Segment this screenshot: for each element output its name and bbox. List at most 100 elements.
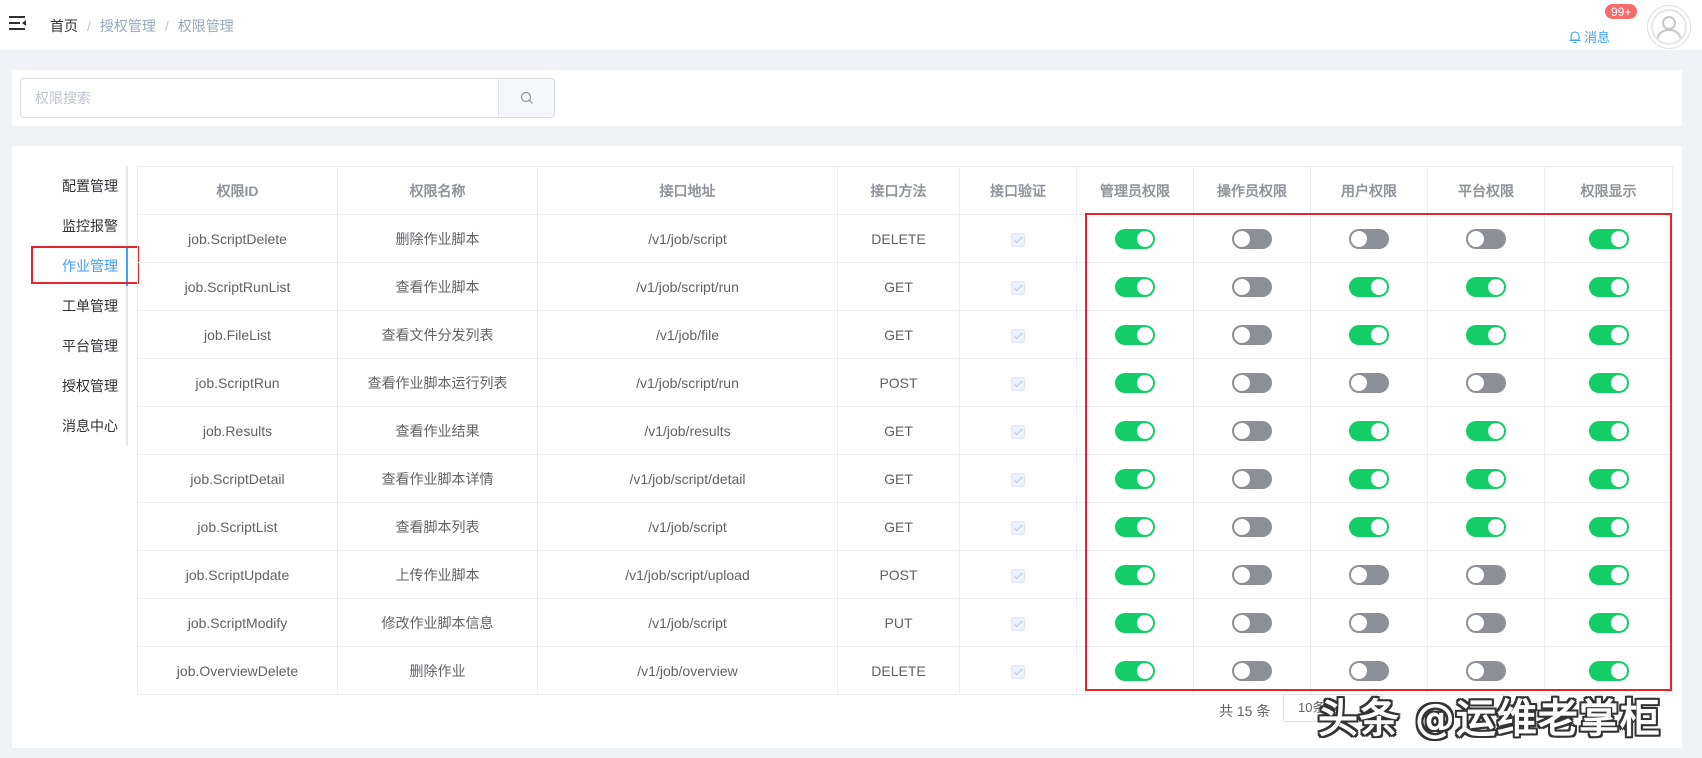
switch-cell bbox=[1076, 262, 1194, 311]
operator-permission-switch[interactable] bbox=[1232, 228, 1272, 249]
display-permission-switch[interactable] bbox=[1588, 228, 1629, 249]
switch-knob bbox=[1234, 374, 1250, 391]
user-permission-switch[interactable] bbox=[1349, 372, 1389, 393]
breadcrumb-separator: / bbox=[87, 18, 91, 34]
user-permission-switch[interactable] bbox=[1349, 228, 1389, 249]
display-permission-switch[interactable] bbox=[1588, 468, 1629, 489]
switch-knob bbox=[1351, 566, 1367, 583]
admin-permission-switch[interactable] bbox=[1115, 516, 1155, 537]
api-method-cell: POST bbox=[837, 550, 960, 599]
messages-link[interactable]: 消息 bbox=[1568, 27, 1610, 46]
display-permission-switch[interactable] bbox=[1588, 660, 1629, 681]
switch-cell bbox=[1310, 598, 1428, 647]
switch-cell bbox=[1544, 358, 1673, 407]
display-permission-switch[interactable] bbox=[1588, 420, 1629, 441]
operator-permission-switch[interactable] bbox=[1232, 372, 1272, 393]
display-permission-switch[interactable] bbox=[1588, 516, 1629, 537]
switch-knob bbox=[1137, 518, 1153, 535]
admin-permission-switch[interactable] bbox=[1115, 420, 1155, 441]
tab-ticket[interactable]: 工单管理 bbox=[32, 286, 128, 326]
api-method-cell: DELETE bbox=[837, 214, 960, 263]
verification-cell bbox=[959, 310, 1077, 359]
tab-platform[interactable]: 平台管理 bbox=[32, 326, 128, 366]
switch-cell bbox=[1193, 502, 1311, 551]
switch-knob bbox=[1610, 470, 1627, 487]
tab-monitor[interactable]: 监控报警 bbox=[32, 206, 128, 246]
search-button[interactable] bbox=[498, 78, 555, 118]
platform-permission-switch[interactable] bbox=[1466, 564, 1506, 585]
platform-permission-switch[interactable] bbox=[1466, 516, 1506, 537]
operator-permission-switch[interactable] bbox=[1232, 420, 1272, 441]
display-permission-switch[interactable] bbox=[1588, 276, 1629, 297]
user-permission-switch[interactable] bbox=[1349, 420, 1389, 441]
display-permission-switch[interactable] bbox=[1588, 612, 1629, 633]
table-row: job.Results 查看作业结果/v1/job/results GET bbox=[137, 406, 1673, 455]
switch-cell bbox=[1427, 598, 1545, 647]
user-avatar-icon bbox=[1651, 9, 1687, 45]
platform-permission-switch[interactable] bbox=[1466, 420, 1506, 441]
platform-permission-switch[interactable] bbox=[1466, 660, 1506, 681]
switch-knob bbox=[1488, 278, 1504, 295]
admin-permission-switch[interactable] bbox=[1115, 612, 1155, 633]
admin-permission-switch[interactable] bbox=[1115, 372, 1155, 393]
switch-cell bbox=[1193, 550, 1311, 599]
switch-knob bbox=[1468, 230, 1484, 247]
platform-permission-switch[interactable] bbox=[1466, 612, 1506, 633]
display-permission-switch[interactable] bbox=[1588, 564, 1629, 585]
api-method-cell: GET bbox=[837, 406, 960, 455]
admin-permission-switch[interactable] bbox=[1115, 276, 1155, 297]
verification-cell bbox=[959, 262, 1077, 311]
switch-knob bbox=[1610, 614, 1627, 631]
switch-knob bbox=[1468, 566, 1484, 583]
tab-message-center[interactable]: 消息中心 bbox=[32, 406, 128, 446]
api-method-cell: GET bbox=[837, 454, 960, 503]
user-permission-switch[interactable] bbox=[1349, 660, 1389, 681]
main-panel: 配置管理 监控报警 作业管理 工单管理 平台管理 授权管理 消息中心 权限ID 权… bbox=[12, 146, 1682, 748]
operator-permission-switch[interactable] bbox=[1232, 324, 1272, 345]
permission-table: 权限ID 权限名称 接口地址 接口方法 接口验证 管理员权限 操作员权限 用户权限 平台权限 权限… bbox=[137, 166, 1673, 695]
avatar[interactable] bbox=[1647, 5, 1691, 49]
operator-permission-switch[interactable] bbox=[1232, 468, 1272, 489]
switch-cell bbox=[1544, 454, 1673, 503]
breadcrumb-permission: 权限管理 bbox=[177, 18, 234, 34]
breadcrumb-home[interactable]: 首页 bbox=[50, 16, 78, 36]
tab-config[interactable]: 配置管理 bbox=[32, 166, 128, 206]
user-permission-switch[interactable] bbox=[1349, 564, 1389, 585]
tab-job[interactable]: 作业管理 bbox=[32, 246, 128, 286]
switch-knob bbox=[1137, 278, 1153, 295]
admin-permission-switch[interactable] bbox=[1115, 324, 1155, 345]
display-permission-switch[interactable] bbox=[1588, 372, 1629, 393]
operator-permission-switch[interactable] bbox=[1232, 516, 1272, 537]
permission-search-input[interactable] bbox=[20, 78, 500, 118]
admin-permission-switch[interactable] bbox=[1115, 228, 1155, 249]
platform-permission-switch[interactable] bbox=[1466, 276, 1506, 297]
operator-permission-switch[interactable] bbox=[1232, 660, 1272, 681]
user-permission-switch[interactable] bbox=[1349, 276, 1389, 297]
breadcrumb-authorization[interactable]: 授权管理 bbox=[100, 16, 156, 36]
admin-permission-switch[interactable] bbox=[1115, 564, 1155, 585]
platform-permission-switch[interactable] bbox=[1466, 324, 1506, 345]
operator-permission-switch[interactable] bbox=[1232, 276, 1272, 297]
verification-checkbox bbox=[1011, 520, 1025, 535]
switch-knob bbox=[1234, 614, 1250, 631]
switch-knob bbox=[1488, 326, 1504, 343]
user-permission-switch[interactable] bbox=[1349, 516, 1389, 537]
tab-authorization[interactable]: 授权管理 bbox=[32, 366, 128, 406]
api-method-cell: POST bbox=[837, 358, 960, 407]
menu-toggle-icon[interactable] bbox=[9, 15, 27, 31]
display-permission-switch[interactable] bbox=[1588, 324, 1629, 345]
admin-permission-switch[interactable] bbox=[1115, 660, 1155, 681]
permission-id-cell: job.OverviewDelete bbox=[137, 646, 338, 695]
verification-checkbox bbox=[1011, 280, 1025, 295]
column-header: 操作员权限 bbox=[1193, 166, 1311, 215]
user-permission-switch[interactable] bbox=[1349, 468, 1389, 489]
admin-permission-switch[interactable] bbox=[1115, 468, 1155, 489]
operator-permission-switch[interactable] bbox=[1232, 612, 1272, 633]
platform-permission-switch[interactable] bbox=[1466, 372, 1506, 393]
user-permission-switch[interactable] bbox=[1349, 612, 1389, 633]
user-permission-switch[interactable] bbox=[1349, 324, 1389, 345]
platform-permission-switch[interactable] bbox=[1466, 468, 1506, 489]
api-method-cell: DELETE bbox=[837, 646, 960, 695]
platform-permission-switch[interactable] bbox=[1466, 228, 1506, 249]
operator-permission-switch[interactable] bbox=[1232, 564, 1272, 585]
